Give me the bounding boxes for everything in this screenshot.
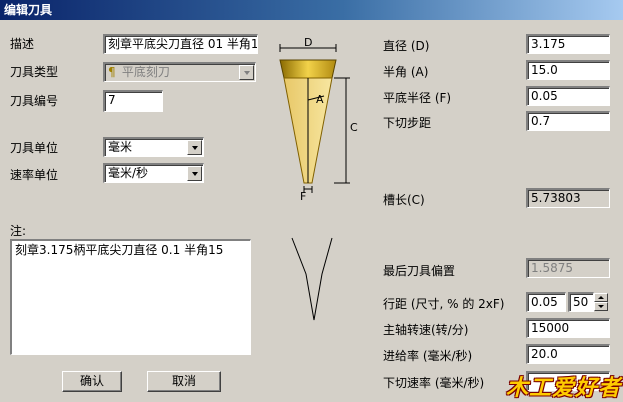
tool-type-value: 平底刻刀 xyxy=(121,65,170,79)
spindle-speed-input[interactable]: 15000 xyxy=(526,318,610,338)
tool-number-label: 刀具编号 xyxy=(10,94,59,108)
window-title-bar: 编辑刀具 xyxy=(0,0,623,20)
window-title: 编辑刀具 xyxy=(4,3,53,17)
rate-unit-dropdown-button[interactable] xyxy=(187,166,202,181)
rate-unit-value: 毫米/秒 xyxy=(108,166,149,180)
arrow-down-icon xyxy=(598,305,604,308)
cancel-button[interactable]: 取消 xyxy=(147,371,221,392)
arrow-up-icon xyxy=(598,296,604,299)
rate-unit-label: 速率单位 xyxy=(10,168,59,182)
tool-type-dropdown-button[interactable] xyxy=(239,65,254,80)
tool-type-select[interactable]: ¶ 平底刻刀 xyxy=(103,62,256,82)
tool-icon: ¶ xyxy=(108,65,116,79)
stepover-percent-input[interactable]: 50 xyxy=(568,292,594,312)
feed-rate-label: 进给率 (毫米/秒) xyxy=(383,349,473,363)
diagram-label-a: A xyxy=(316,93,324,106)
tool-diagram xyxy=(279,44,350,321)
stepover-percent-spinner[interactable] xyxy=(594,293,608,311)
diameter-label: 直径 (D) xyxy=(383,39,430,53)
tool-unit-select[interactable]: 毫米 xyxy=(103,137,204,157)
tool-offset-label: 最后刀具偏置 xyxy=(383,264,456,278)
ok-button[interactable]: 确认 xyxy=(62,371,122,392)
note-label: 注: xyxy=(10,224,27,238)
spindle-speed-label: 主轴转速(转/分) xyxy=(383,323,469,337)
watermark-logo: 木工爱好者 xyxy=(505,376,621,401)
description-label: 描述 xyxy=(10,37,35,51)
chevron-down-icon xyxy=(191,171,198,176)
flat-radius-input[interactable]: 0.05 xyxy=(526,86,610,106)
tool-offset-input[interactable]: 1.5875 xyxy=(526,258,610,278)
flute-length-value: 5.73803 xyxy=(526,188,610,208)
feed-rate-input[interactable]: 20.0 xyxy=(526,344,610,364)
tool-number-input[interactable]: 7 xyxy=(103,90,163,112)
half-angle-label: 半角 (A) xyxy=(383,65,429,79)
spin-up-button[interactable] xyxy=(594,293,608,302)
chevron-down-icon xyxy=(243,70,250,75)
tool-shank xyxy=(279,59,337,79)
chevron-down-icon xyxy=(191,145,198,150)
diagram-label-c: C xyxy=(350,121,358,134)
tool-profile-outline xyxy=(291,237,333,321)
tool-unit-dropdown-button[interactable] xyxy=(187,140,202,155)
plunge-rate-label: 下切速率 (毫米/秒) xyxy=(383,376,485,390)
step-down-input[interactable]: 0.7 xyxy=(526,111,610,131)
stepover-size-input[interactable]: 0.05 xyxy=(526,292,566,312)
rate-unit-select[interactable]: 毫米/秒 xyxy=(103,163,204,183)
spin-down-button[interactable] xyxy=(594,302,608,311)
diameter-input[interactable]: 3.175 xyxy=(526,34,610,54)
flat-radius-label: 平底半径 (F) xyxy=(383,91,452,105)
tool-unit-label: 刀具单位 xyxy=(10,141,59,155)
diagram-label-d: D xyxy=(304,36,313,49)
tool-unit-value: 毫米 xyxy=(108,140,133,154)
note-textarea[interactable]: 刻章3.175柄平底尖刀直径 0.1 半角15 xyxy=(10,239,251,355)
step-down-label: 下切步距 xyxy=(383,116,432,130)
diagram-label-f: F xyxy=(300,190,307,203)
description-input[interactable]: 刻章平底尖刀直径 01 半角15 xyxy=(103,34,258,54)
half-angle-input[interactable]: 15.0 xyxy=(526,60,610,80)
tool-type-label: 刀具类型 xyxy=(10,65,59,79)
flute-length-label: 槽长(C) xyxy=(383,193,425,207)
stepover-label: 行距 (尺寸, % 的 2xF) xyxy=(383,297,505,311)
